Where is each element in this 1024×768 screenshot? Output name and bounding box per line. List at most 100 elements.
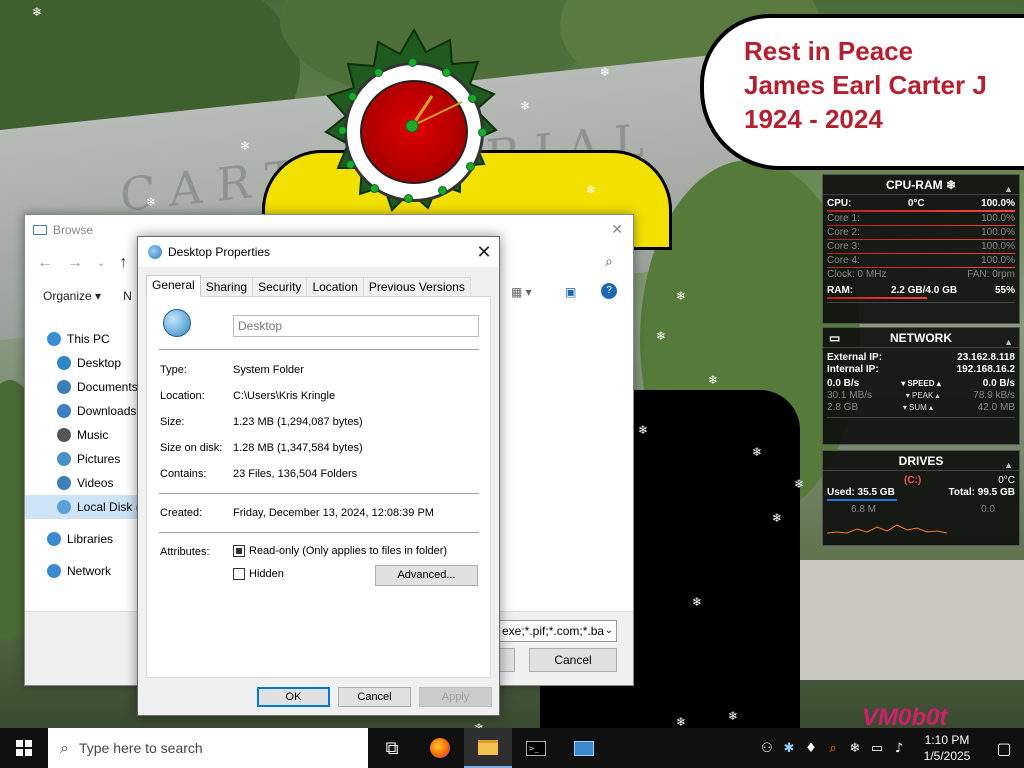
- volume-muted-icon[interactable]: ♪: [888, 741, 910, 756]
- sidebar-item-local-disk[interactable]: Local Disk (: [25, 495, 141, 519]
- hidden-label: Hidden: [249, 568, 284, 580]
- chevron-down-icon[interactable]: ⌄: [97, 258, 105, 269]
- network-widget[interactable]: ▭ NETWORK ▲ External IP: 23.162.8.118 Inter…: [822, 327, 1020, 445]
- snowflake-icon: ❄: [32, 5, 43, 19]
- tab-sharing[interactable]: Sharing: [199, 277, 254, 297]
- forward-arrow-icon[interactable]: →: [67, 254, 83, 272]
- browse-cancel-button[interactable]: Cancel: [529, 648, 617, 672]
- tree-item-label: Local Disk (: [77, 500, 140, 514]
- folder-icon: [57, 476, 71, 490]
- tree-item-label: Desktop: [77, 356, 122, 370]
- advanced-button[interactable]: Advanced...: [375, 565, 478, 586]
- core-row: Core 4: 100.0%: [827, 255, 1015, 266]
- drives-widget[interactable]: DRIVES ▲ (C:) 0°C Used: 35.5 GB Total: 99.5…: [822, 450, 1020, 546]
- collapse-icon[interactable]: ▲: [1004, 332, 1013, 352]
- speed-row: 0.0 B/s ▾ SPEED ▴ 0.0 B/s: [827, 378, 1015, 389]
- snowflake-icon: ❄: [146, 195, 157, 209]
- drive-graph: [826, 519, 1015, 535]
- firefox-icon[interactable]: [416, 728, 464, 768]
- view-options-icon[interactable]: ▦ ▾: [511, 285, 532, 299]
- preview-pane-icon[interactable]: ▣: [565, 285, 576, 299]
- search-placeholder: Type here to search: [78, 740, 203, 756]
- sidebar-item-network[interactable]: Network: [25, 559, 141, 583]
- taskbar-clock[interactable]: 1:10 PM 1/5/2025: [910, 732, 984, 764]
- folder-name-field[interactable]: Desktop: [233, 315, 479, 337]
- hidden-checkbox[interactable]: Hidden: [233, 568, 284, 580]
- water-drop-icon[interactable]: ♦: [800, 741, 822, 756]
- close-icon[interactable]: ✕: [611, 221, 623, 238]
- clock-gadget[interactable]: [292, 22, 532, 222]
- divider: [159, 349, 479, 350]
- collapse-icon[interactable]: ▲: [1004, 179, 1013, 199]
- divider: [159, 493, 479, 494]
- sidebar-item-desktop[interactable]: Desktop: [25, 351, 141, 375]
- folder-icon: [57, 380, 71, 394]
- cancel-button[interactable]: Cancel: [338, 687, 411, 707]
- network-sharing-icon[interactable]: ✱: [778, 741, 800, 756]
- tab-security[interactable]: Security: [252, 277, 308, 297]
- tree-item-label: Downloads: [77, 404, 137, 418]
- back-arrow-icon[interactable]: ←: [37, 254, 53, 272]
- created-label: Created:: [160, 507, 203, 519]
- hidden-box[interactable]: [233, 568, 245, 580]
- tree-item-label: Documents: [77, 380, 138, 394]
- ram-bar: [827, 297, 927, 299]
- divider: [159, 532, 479, 533]
- search-icon: ⌕: [60, 738, 69, 757]
- cpu-ram-widget[interactable]: CPU-RAM ❄ ▲ CPU: 0°C 100.0% Core 1: 100.0%…: [822, 174, 1020, 324]
- core-bar: [827, 267, 1015, 268]
- windows-logo-icon: [16, 740, 32, 756]
- tab-location[interactable]: Location: [306, 277, 364, 297]
- file-explorer-icon[interactable]: [464, 728, 512, 768]
- tree-item-label: Videos: [77, 476, 114, 490]
- file-type-filter[interactable]: exe;*.pif;*.com;*.ba ⌄: [499, 620, 617, 642]
- task-view-icon[interactable]: ⧉: [368, 728, 416, 768]
- tab-general[interactable]: General: [146, 275, 201, 297]
- snowflake-tray-icon[interactable]: ❄: [844, 741, 866, 756]
- drives-title: DRIVES ▲: [823, 451, 1019, 471]
- sidebar-item-this-pc[interactable]: This PC: [25, 327, 141, 351]
- snowflake-icon: ❄: [752, 445, 763, 459]
- read-only-checkbox[interactable]: Read-only (Only applies to files in fold…: [233, 545, 447, 557]
- open-button[interactable]: [499, 648, 515, 672]
- close-icon[interactable]: ✕: [469, 237, 499, 267]
- location-value: C:\Users\Kris Kringle: [233, 390, 336, 402]
- start-button[interactable]: [0, 728, 48, 768]
- snowflake-icon: ❄: [676, 289, 687, 303]
- bubble-line-3: 1924 - 2024: [744, 104, 883, 134]
- people-icon[interactable]: ⚇: [756, 741, 778, 756]
- ok-button[interactable]: OK: [257, 687, 330, 707]
- command-prompt-icon[interactable]: >_: [512, 728, 560, 768]
- tab-previous-versions[interactable]: Previous Versions: [362, 277, 471, 297]
- drive-io-row: 6.8 M 0.0: [851, 504, 995, 515]
- browse-title: Browse: [53, 223, 94, 237]
- sidebar-item-documents[interactable]: Documents: [25, 375, 141, 399]
- sidebar-item-downloads[interactable]: Downloads: [25, 399, 141, 423]
- network-icon[interactable]: ▭: [866, 741, 888, 756]
- new-folder-button[interactable]: N: [123, 289, 132, 303]
- control-panel-icon[interactable]: [560, 728, 608, 768]
- desktop-folder-icon: [163, 309, 191, 337]
- folder-icon: [57, 428, 71, 442]
- size-label: Size:: [160, 416, 185, 428]
- external-ip-row: External IP: 23.162.8.118: [827, 352, 1015, 363]
- sidebar-item-libraries[interactable]: Libraries: [25, 527, 141, 551]
- magnifier-icon[interactable]: ⌕: [822, 741, 844, 756]
- desktop-properties-dialog[interactable]: Desktop Properties ✕ General Sharing Sec…: [137, 236, 500, 716]
- folder-icon: [57, 452, 71, 466]
- search-icon[interactable]: ⌕: [605, 253, 613, 270]
- notifications-icon[interactable]: ▢: [984, 728, 1024, 768]
- up-arrow-icon[interactable]: ↑: [119, 254, 127, 272]
- snowflake-icon: ❄: [638, 423, 649, 437]
- taskbar-search-box[interactable]: ⌕ Type here to search: [48, 728, 368, 768]
- organize-button[interactable]: Organize ▾: [43, 289, 101, 303]
- apply-button[interactable]: Apply: [419, 687, 492, 707]
- sidebar-item-music[interactable]: Music: [25, 423, 141, 447]
- read-only-box[interactable]: [233, 545, 245, 557]
- help-icon[interactable]: ?: [601, 283, 617, 299]
- sidebar-item-pictures[interactable]: Pictures: [25, 447, 141, 471]
- sidebar-item-videos[interactable]: Videos: [25, 471, 141, 495]
- type-label: Type:: [160, 364, 187, 376]
- properties-titlebar[interactable]: Desktop Properties: [138, 237, 499, 267]
- collapse-icon[interactable]: ▲: [1004, 455, 1013, 475]
